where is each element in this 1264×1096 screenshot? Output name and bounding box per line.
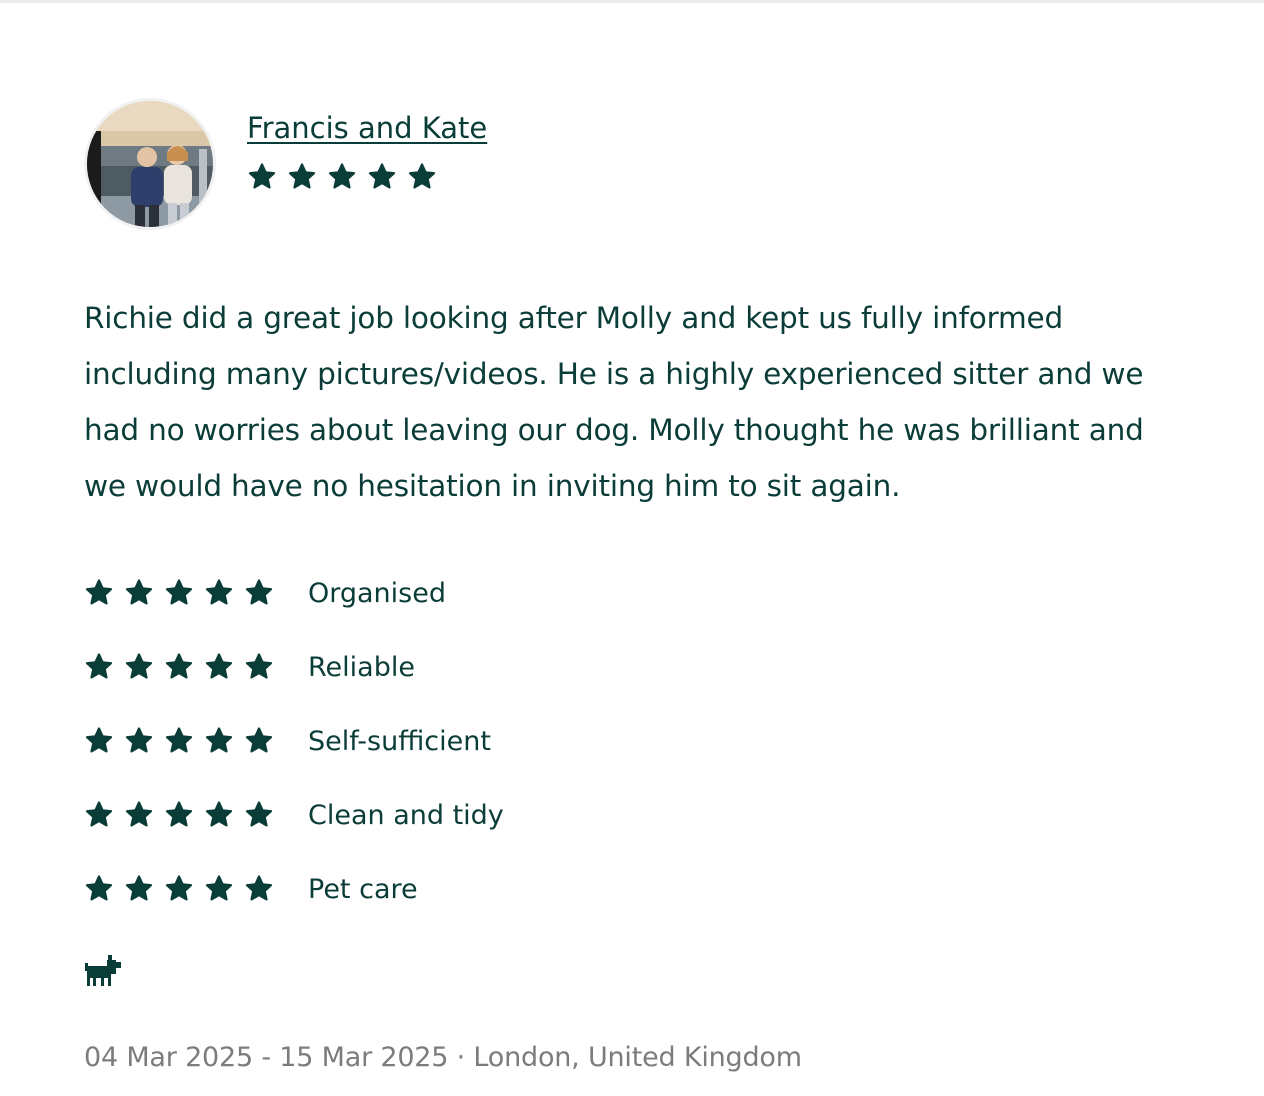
rating-row-self-sufficient: Self-sufficient [84, 704, 1184, 778]
reviewer-photo [87, 101, 213, 227]
star-icon [165, 653, 193, 679]
pet-type [84, 954, 1184, 994]
star-icon [248, 163, 276, 189]
star-icon [245, 579, 273, 605]
reviewer-name-link[interactable]: Francis and Kate [247, 108, 487, 148]
rating-stars [84, 800, 308, 830]
star-icon [328, 163, 356, 189]
star-icon [288, 163, 316, 189]
star-icon [85, 875, 113, 901]
star-icon [245, 727, 273, 753]
rating-stars [84, 578, 308, 608]
star-icon [85, 727, 113, 753]
star-icon [368, 163, 396, 189]
stay-dates-location: 04 Mar 2025 - 15 Mar 2025 · London, Unit… [84, 1042, 802, 1073]
rating-label: Clean and tidy [308, 799, 504, 831]
star-icon [165, 579, 193, 605]
star-icon [205, 801, 233, 827]
rating-label: Organised [308, 577, 446, 609]
rating-row-reliable: Reliable [84, 630, 1184, 704]
rating-label: Pet care [308, 873, 418, 905]
reviewer-header: Francis and Kate [84, 98, 1184, 230]
star-icon [245, 875, 273, 901]
rating-row-pet-care: Pet care [84, 852, 1184, 926]
rating-label: Reliable [308, 651, 415, 683]
star-icon [125, 875, 153, 901]
star-icon [125, 727, 153, 753]
rating-label: Self-sufficient [308, 725, 491, 757]
star-icon [85, 579, 113, 605]
star-icon [85, 801, 113, 827]
star-icon [165, 875, 193, 901]
star-icon [125, 579, 153, 605]
star-icon [408, 163, 436, 189]
review-text: Richie did a great job looking after Mol… [84, 301, 1144, 503]
star-icon [245, 801, 273, 827]
rating-stars [84, 726, 308, 756]
star-icon [205, 727, 233, 753]
dog-icon [85, 955, 121, 986]
star-icon [125, 653, 153, 679]
star-icon [205, 653, 233, 679]
rating-stars [84, 874, 308, 904]
star-icon [165, 801, 193, 827]
rating-row-clean-and-tidy: Clean and tidy [84, 778, 1184, 852]
star-icon [205, 875, 233, 901]
rating-stars [84, 652, 308, 682]
star-icon [85, 653, 113, 679]
star-icon [165, 727, 193, 753]
reviewer-avatar[interactable] [84, 98, 216, 230]
review-card: Francis and Kate Richie did a great job … [84, 98, 1184, 1073]
star-icon [125, 801, 153, 827]
rating-row-organised: Organised [84, 556, 1184, 630]
star-icon [205, 579, 233, 605]
reviewer-info: Francis and Kate [247, 98, 487, 192]
overall-star-rating [247, 162, 487, 192]
category-ratings: Organised Reliable Self-sufficient Clean… [84, 556, 1184, 926]
top-divider [0, 0, 1264, 3]
star-icon [245, 653, 273, 679]
